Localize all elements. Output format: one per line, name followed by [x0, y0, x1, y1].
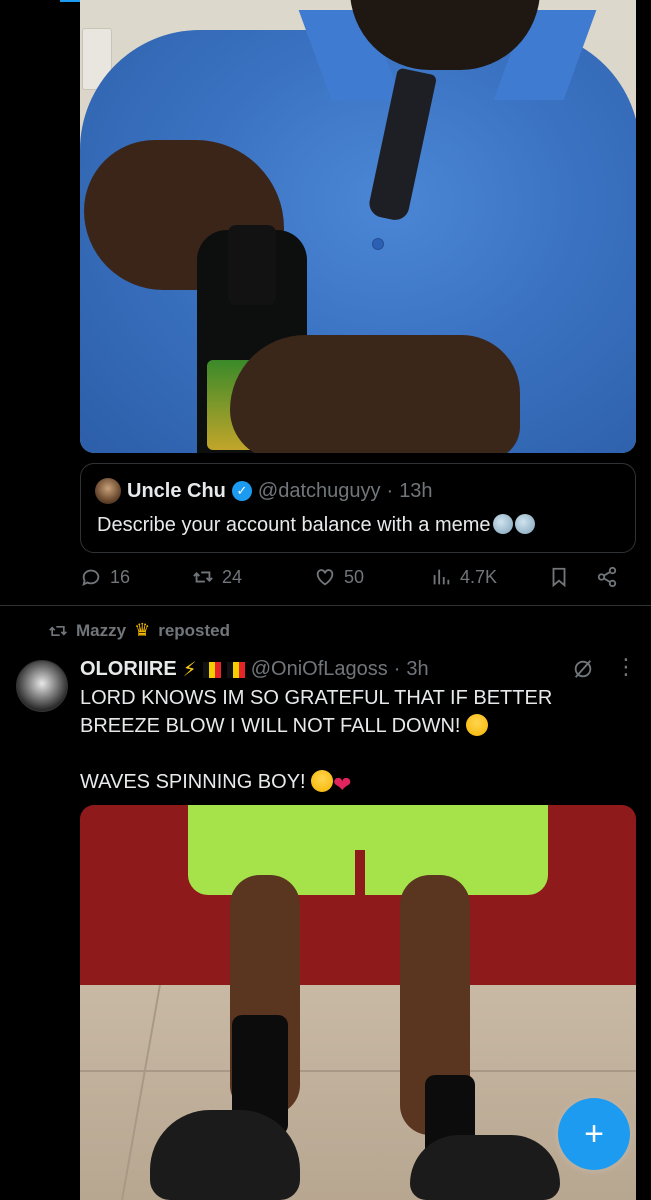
views-icon [433, 569, 450, 585]
repost-count: 24 [222, 566, 243, 587]
quoted-tweet[interactable]: Uncle Chu ✓ @datchuguyy · 13h Describe y… [80, 463, 636, 553]
bookmark-button[interactable] [548, 566, 570, 588]
quoted-tweet-text: Describe your account balance with a mem… [97, 514, 535, 537]
lightning-emoji-icon: ⚡ [182, 659, 197, 681]
reply-icon [82, 569, 100, 587]
like-count: 50 [344, 566, 365, 587]
quoted-author-name[interactable]: Uncle Chu [127, 480, 226, 503]
repost-icon [193, 571, 213, 583]
heart-emoji-icon: ❤ [333, 772, 352, 797]
laughing-emoji-icon [311, 770, 334, 792]
reply-count: 16 [110, 566, 131, 587]
flag-belgium-icon [202, 661, 221, 678]
avatar[interactable] [16, 660, 68, 712]
separator-dot: · [393, 658, 401, 680]
grinning-emoji-icon [466, 714, 489, 736]
repost-label: reposted [158, 620, 231, 640]
post-header: OLORIIRE ⚡ @OniOfLagoss · 3h [80, 657, 429, 682]
post-media-video[interactable] [80, 0, 636, 453]
view-count: 4.7K [460, 566, 498, 587]
reposter-name[interactable]: Mazzy [76, 621, 126, 641]
slipper [150, 1110, 300, 1200]
post-divider [0, 605, 651, 606]
post-action-bar: 16 24 50 4.7K [78, 566, 638, 596]
grok-icon[interactable] [572, 658, 594, 680]
views-button[interactable]: 4.7K [430, 566, 497, 588]
crown-emoji-icon: ♛ [134, 620, 151, 640]
share-button[interactable] [596, 566, 618, 588]
verified-badge-icon: ✓ [231, 481, 252, 501]
quoted-author-handle[interactable]: @datchuguyy [258, 480, 381, 503]
post-media-image[interactable] [80, 805, 636, 1200]
heart-icon [316, 569, 334, 586]
author-name[interactable]: OLORIIRE [80, 658, 177, 681]
author-handle[interactable]: @OniOfLagoss [251, 658, 388, 681]
like-button[interactable]: 50 [314, 566, 364, 588]
compose-button[interactable]: + [558, 1098, 630, 1170]
moon-face-emoji-icon [492, 514, 513, 534]
post-text: LORD KNOWS IM SO GRATEFUL THAT IF BETTER… [80, 684, 620, 824]
slipper [410, 1135, 560, 1200]
share-icon [597, 566, 617, 588]
repost-button[interactable]: 24 [192, 566, 242, 588]
quoted-timestamp[interactable]: 13h [399, 480, 432, 503]
post-timestamp[interactable]: 3h [406, 658, 428, 681]
post-text-paragraph: LORD KNOWS IM SO GRATEFUL THAT IF BETTER… [80, 687, 553, 737]
moon-face-emoji-icon [514, 514, 535, 534]
repost-icon [49, 625, 67, 636]
reply-button[interactable]: 16 [80, 566, 130, 588]
quoted-tweet-header: Uncle Chu ✓ @datchuguyy · 13h [95, 478, 433, 504]
flag-belgium-icon [226, 661, 245, 678]
post-text-paragraph: WAVES SPINNING BOY! ❤ [80, 770, 352, 797]
avatar[interactable] [95, 478, 121, 504]
repost-banner[interactable]: Mazzy ♛ reposted [48, 620, 230, 641]
separator-dot: · [386, 479, 394, 502]
bookmark-icon [552, 567, 566, 588]
more-icon[interactable]: ⋮ [615, 656, 637, 680]
hand [230, 335, 520, 453]
compose-icon: + [584, 1114, 604, 1153]
